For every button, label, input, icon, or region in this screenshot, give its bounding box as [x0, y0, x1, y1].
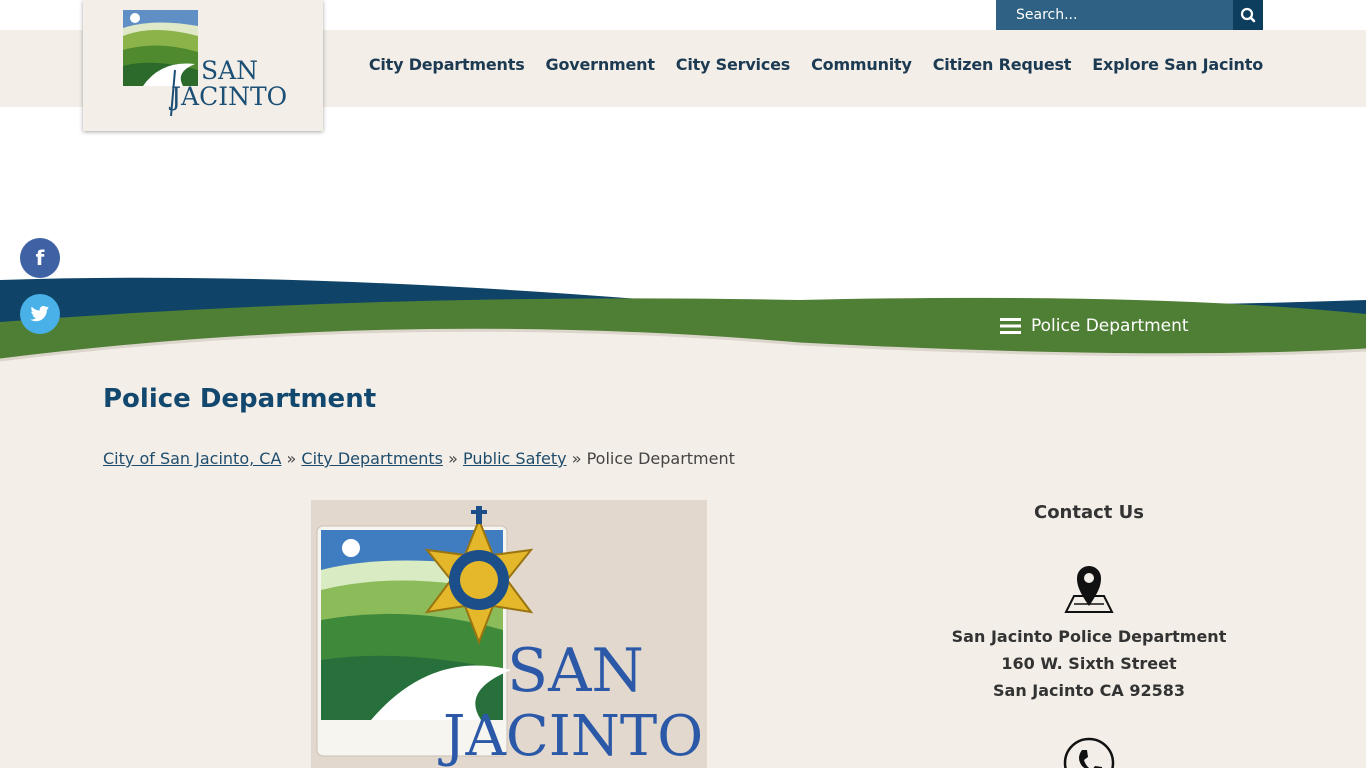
breadcrumb-separator: » — [286, 449, 297, 468]
contact-city: San Jacinto CA 92583 — [993, 681, 1185, 700]
facebook-button[interactable]: f — [20, 238, 60, 278]
contact-title: Contact Us — [1033, 502, 1144, 523]
hero-text-san: SAN — [507, 636, 644, 706]
nav-item-explore-san-jacinto[interactable]: Explore San Jacinto — [1092, 55, 1263, 74]
section-menu-label: Police Department — [1031, 316, 1189, 336]
breadcrumb-link-public-safety[interactable]: Public Safety — [463, 449, 567, 468]
breadcrumb-link-home[interactable]: City of San Jacinto, CA — [103, 449, 281, 468]
facebook-icon: f — [35, 246, 45, 270]
twitter-button[interactable]: t — [20, 294, 60, 334]
logo-text-san: SAN — [201, 56, 259, 85]
search-button[interactable] — [1233, 0, 1263, 30]
search-placeholder: Search... — [1016, 7, 1078, 23]
hamburger-icon — [1000, 318, 1021, 334]
nav-item-citizen-request[interactable]: Citizen Request — [933, 55, 1072, 74]
main-navigation: City Departments Government City Service… — [369, 55, 1263, 74]
search-input[interactable]: Search... — [996, 0, 1233, 30]
page-title: Police Department — [103, 384, 377, 414]
phone-icon — [1063, 737, 1115, 768]
police-department-image: SAN JACINTO — [311, 500, 707, 768]
hero-text-jacinto: JACINTO — [443, 704, 704, 768]
contact-name: San Jacinto Police Department — [951, 627, 1227, 646]
site-logo[interactable]: SAN JACINTO — [83, 0, 323, 131]
breadcrumb-separator: » — [571, 449, 582, 468]
search-icon — [1240, 7, 1256, 23]
nav-item-city-departments[interactable]: City Departments — [369, 55, 525, 74]
contact-street: 160 W. Sixth Street — [1001, 654, 1177, 673]
contact-address: San Jacinto Police Department 160 W. Six… — [889, 623, 1289, 704]
section-menu-toggle[interactable]: Police Department — [1000, 316, 1189, 336]
map-pin-icon — [1064, 566, 1114, 613]
logo-text-jacinto: JACINTO — [171, 82, 288, 111]
breadcrumb: City of San Jacinto, CA » City Departmen… — [103, 449, 735, 468]
twitter-icon — [30, 305, 50, 322]
breadcrumb-current: Police Department — [586, 449, 735, 468]
breadcrumb-separator: » — [448, 449, 458, 468]
nav-item-city-services[interactable]: City Services — [676, 55, 791, 74]
nav-item-government[interactable]: Government — [546, 55, 655, 74]
nav-item-community[interactable]: Community — [811, 55, 912, 74]
breadcrumb-link-city-departments[interactable]: City Departments — [301, 449, 443, 468]
